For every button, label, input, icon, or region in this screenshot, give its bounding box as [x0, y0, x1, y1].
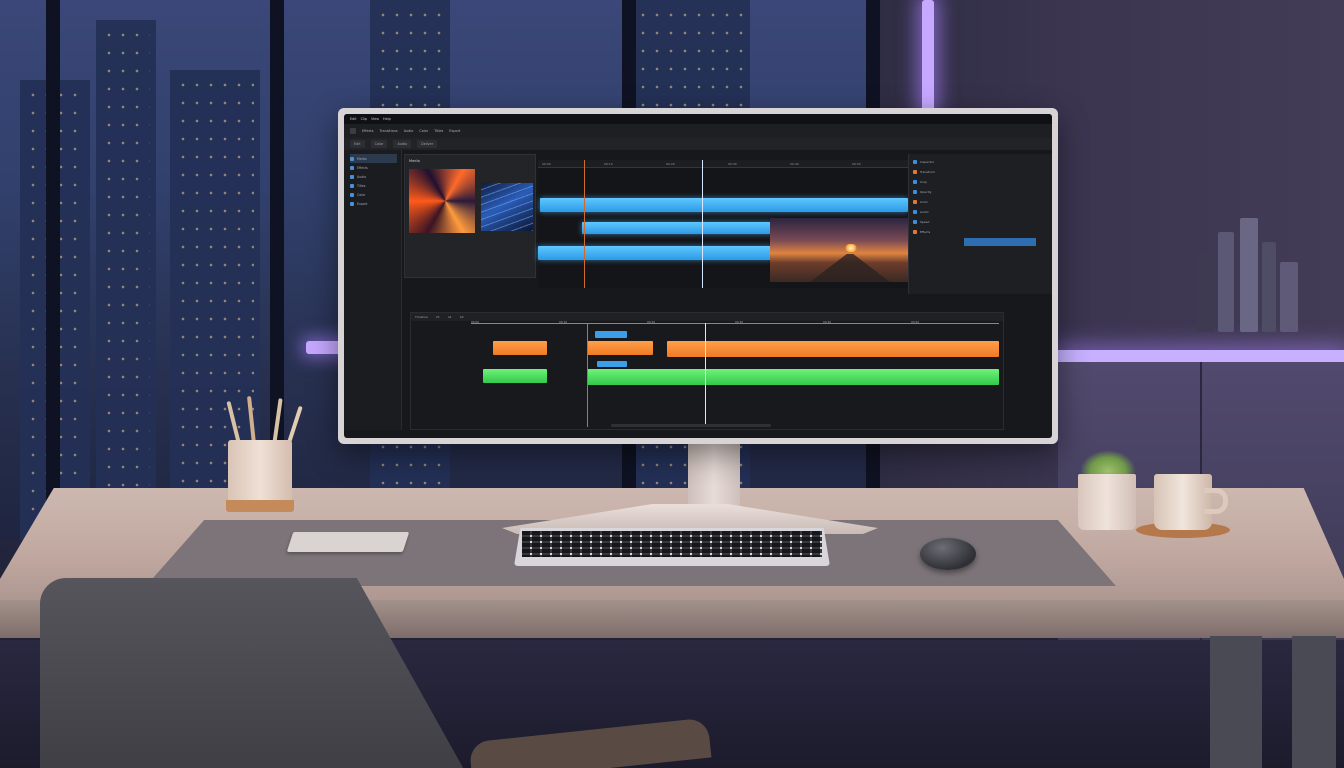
folder-icon	[350, 156, 354, 161]
in-marker[interactable]	[584, 160, 585, 288]
toolbar-item[interactable]: Transitions	[380, 129, 398, 133]
plant-pot	[1078, 474, 1136, 530]
video-clip[interactable]	[597, 361, 627, 367]
audio-clip[interactable]	[587, 369, 999, 385]
property-icon	[913, 229, 917, 234]
folder-icon	[350, 183, 354, 188]
video-clip[interactable]	[540, 198, 908, 212]
mug-handle	[1204, 488, 1228, 514]
inspector-row[interactable]: Audio	[913, 208, 929, 215]
playhead[interactable]	[702, 160, 703, 288]
audio-clip[interactable]	[667, 341, 999, 357]
menu-item[interactable]: View	[371, 117, 379, 121]
folder-icon	[350, 165, 354, 170]
sun	[844, 244, 858, 252]
video-clip[interactable]	[582, 222, 772, 234]
tab-bar: Edit Color Audio Deliver	[344, 138, 1052, 150]
menu-item[interactable]: Help	[383, 117, 391, 121]
toolbar-item[interactable]: Color	[419, 129, 428, 133]
left-panel: Media Effects Audio Titles Color Export	[344, 150, 402, 430]
panel-title: Media	[409, 159, 420, 163]
folder-icon	[350, 192, 354, 197]
in-marker[interactable]	[587, 323, 588, 427]
toolbar: Effects Transitions Audio Color Titles E…	[344, 124, 1052, 138]
main-timeline[interactable]: Timeline V1 A1 A2 00:00 00:10 00:20 00:3…	[410, 312, 1004, 430]
tab[interactable]: Audio	[393, 140, 412, 148]
menu-item[interactable]: Edit	[350, 117, 357, 121]
neon-light-strip	[1058, 350, 1344, 362]
inspector-row[interactable]: Crop	[913, 178, 927, 185]
property-icon	[913, 159, 917, 164]
media-thumbnail[interactable]	[409, 169, 475, 233]
bookshelf	[1196, 218, 1306, 332]
media-thumbnail[interactable]	[481, 183, 533, 231]
toolbar-item[interactable]: Effects	[362, 129, 374, 133]
monitor: Edit Clip View Help Effects Transitions …	[338, 108, 1058, 444]
time-ruler: 00:00 00:10 00:20 00:30 00:40 00:50	[471, 320, 999, 327]
sidebar-item[interactable]: Effects	[350, 163, 397, 172]
window-frame	[46, 0, 60, 560]
toolbar-item[interactable]: Titles	[434, 129, 443, 133]
inspector-row[interactable]: Color	[913, 198, 928, 205]
inspector-row[interactable]: Effects	[913, 228, 930, 235]
time-ruler: 00:00 00:10 00:20 00:30 00:40 00:50	[538, 160, 910, 168]
property-icon	[913, 179, 917, 184]
folder-icon	[350, 201, 354, 206]
inspector-row[interactable]: Transform	[913, 168, 935, 175]
media-browser: Media	[404, 154, 536, 278]
desk-leg	[1292, 636, 1336, 768]
tab[interactable]: Color	[370, 140, 388, 148]
video-clip[interactable]	[595, 331, 627, 338]
preview-thumbnail[interactable]	[770, 218, 910, 282]
pencil-holder-base	[226, 500, 294, 512]
notebook	[286, 532, 410, 552]
road	[810, 254, 890, 282]
sidebar-item[interactable]: Color	[350, 190, 397, 199]
property-icon	[913, 209, 917, 214]
timeline-scrollbar[interactable]	[611, 424, 771, 427]
audio-clip[interactable]	[587, 341, 653, 355]
inspector-row[interactable]: Speed	[913, 218, 929, 225]
inspector-row[interactable]: Inspector	[913, 158, 934, 165]
audio-clip[interactable]	[493, 341, 547, 355]
sidebar-item[interactable]: Titles	[350, 181, 397, 190]
mouse	[920, 538, 976, 570]
property-icon	[913, 219, 917, 224]
tab[interactable]: Deliver	[417, 140, 438, 148]
sidebar-item[interactable]: Audio	[350, 172, 397, 181]
building	[96, 20, 156, 540]
video-clip[interactable]	[538, 246, 772, 260]
sidebar-item[interactable]: Media	[350, 154, 397, 163]
toolbar-item[interactable]: Audio	[404, 129, 414, 133]
sidebar-item[interactable]: Export	[350, 199, 397, 208]
menu-item[interactable]: Clip	[361, 117, 367, 121]
folder-icon	[350, 174, 354, 179]
property-icon	[913, 169, 917, 174]
monitor-screen[interactable]: Edit Clip View Help Effects Transitions …	[344, 114, 1052, 438]
toolbar-item[interactable]: Export	[449, 129, 460, 133]
menu-bar: Edit Clip View Help	[344, 114, 1052, 124]
neon-light-strip	[922, 0, 934, 112]
tool-icon[interactable]	[350, 128, 356, 134]
audio-clip[interactable]	[483, 369, 547, 383]
playhead[interactable]	[705, 323, 706, 427]
tab[interactable]: Edit	[350, 140, 365, 148]
inspector-panel: Inspector Transform Crop Opacity Color A…	[908, 154, 1052, 294]
property-icon	[913, 189, 917, 194]
property-icon	[913, 199, 917, 204]
keyboard-keys	[522, 531, 822, 557]
desk-leg	[1210, 636, 1262, 768]
selected-row[interactable]	[964, 238, 1036, 246]
inspector-row[interactable]: Opacity	[913, 188, 932, 195]
